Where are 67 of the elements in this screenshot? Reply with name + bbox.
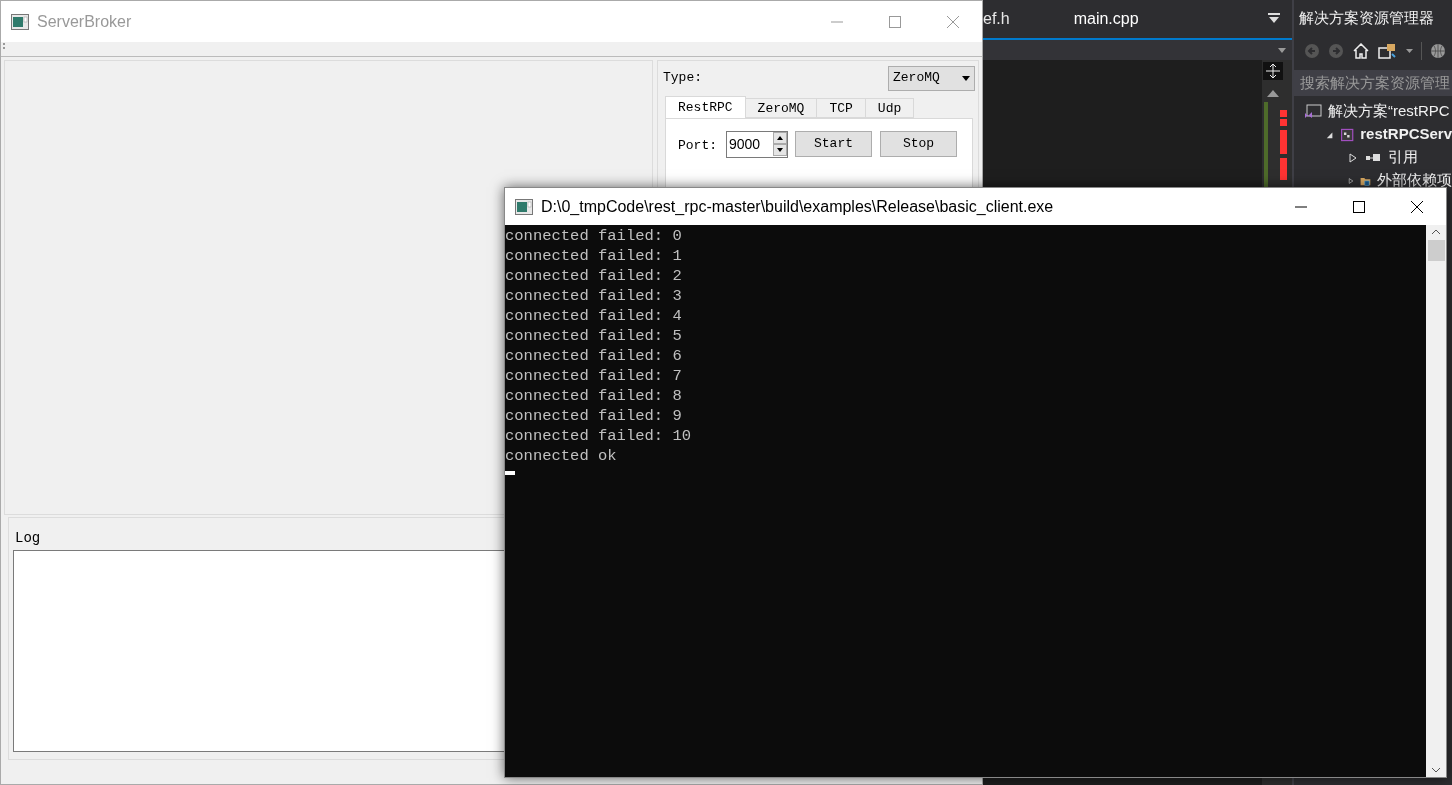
close-icon xyxy=(1410,199,1424,214)
console-line: connected failed: 5 xyxy=(505,326,682,346)
editor-tab[interactable]: ef.h xyxy=(983,0,1074,38)
action-button[interactable]: Stop xyxy=(880,131,957,157)
close-icon xyxy=(946,14,960,29)
tab[interactable]: Udp xyxy=(864,98,915,118)
console-line: connected failed: 0 xyxy=(505,226,682,246)
scroll-up-icon[interactable] xyxy=(1431,229,1441,235)
caret-icon xyxy=(962,75,970,81)
console-line: connected failed: 3 xyxy=(505,286,682,306)
spin-up-icon[interactable] xyxy=(773,132,787,144)
tab[interactable]: ZeroMQ xyxy=(744,98,818,118)
minimize-icon xyxy=(1295,205,1307,208)
globe-icon[interactable] xyxy=(1430,43,1446,59)
console-line: connected failed: 6 xyxy=(505,346,682,366)
collapsed-triangle-icon[interactable] xyxy=(1348,175,1355,186)
port-value: 9000 xyxy=(729,135,761,154)
home-icon[interactable] xyxy=(1352,43,1370,59)
split-handle-icon[interactable] xyxy=(1263,62,1283,80)
scrollbar-thumb[interactable] xyxy=(1427,240,1445,261)
type-label: Type: xyxy=(662,69,702,88)
solution-icon xyxy=(1304,103,1322,120)
console-line: connected failed: 10 xyxy=(505,426,692,446)
tree-item-label: 引用 xyxy=(1388,147,1418,168)
console-line: connected failed: 2 xyxy=(505,266,682,286)
console-line: connected failed: 7 xyxy=(505,366,682,386)
console-line: connected failed: 4 xyxy=(505,306,682,326)
app-window-icon xyxy=(11,13,29,30)
caret-icon xyxy=(1278,47,1286,53)
toolbar-grip-icon[interactable] xyxy=(3,42,6,50)
action-button[interactable]: Start xyxy=(795,131,872,157)
window-title: D:\0_tmpCode\rest_rpc-master\build\examples\Release\basic_client.exe xyxy=(541,196,1055,217)
tab-list-icon[interactable] xyxy=(1268,12,1280,24)
port-spinbox[interactable]: 9000 xyxy=(726,131,788,158)
scroll-up-icon[interactable] xyxy=(1267,90,1279,97)
minimize-icon xyxy=(831,20,843,23)
maximize-icon xyxy=(1353,200,1365,213)
project-icon xyxy=(1339,126,1355,143)
tab[interactable]: RestRPC xyxy=(665,96,746,118)
console-line: connected failed: 8 xyxy=(505,386,682,406)
tree-item[interactable]: 引用 xyxy=(1294,146,1452,169)
sync-icon[interactable] xyxy=(1378,43,1398,59)
tree-item-label: 解决方案“restRPC xyxy=(1328,101,1450,122)
tree-item-label: 外部依赖项 xyxy=(1377,170,1452,188)
maximize-icon xyxy=(889,15,901,28)
dropdown-caret-icon[interactable] xyxy=(1406,49,1413,53)
window-title: ServerBroker xyxy=(37,11,133,32)
console-line: connected ok xyxy=(505,446,617,466)
scrollbar[interactable] xyxy=(1426,225,1446,777)
port-label: Port: xyxy=(678,137,718,155)
tab[interactable]: TCP xyxy=(816,98,866,118)
tree-item[interactable]: 外部依赖项 xyxy=(1294,169,1452,188)
log-label: Log xyxy=(14,529,42,548)
console-line: connected failed: 1 xyxy=(505,246,682,266)
tree-item[interactable]: 解决方案“restRPC xyxy=(1294,100,1452,123)
text-cursor xyxy=(505,471,515,475)
tree-item-label: restRPCServ xyxy=(1360,124,1452,145)
editor-tab[interactable]: main.cpp xyxy=(1073,0,1155,38)
panel-title: 解决方案资源管理器 xyxy=(1299,8,1434,29)
search-field[interactable]: 搜索解决方案资源管理 xyxy=(1294,70,1452,96)
type-dropdown[interactable]: ZeroMQ xyxy=(888,65,975,91)
spin-down-icon[interactable] xyxy=(773,144,787,156)
collapsed-triangle-icon[interactable] xyxy=(1348,152,1358,163)
app-window-icon xyxy=(515,198,533,215)
scroll-down-icon[interactable] xyxy=(1431,767,1441,773)
tree-item[interactable]: restRPCServ xyxy=(1294,123,1452,146)
console-line: connected failed: 9 xyxy=(505,406,682,426)
